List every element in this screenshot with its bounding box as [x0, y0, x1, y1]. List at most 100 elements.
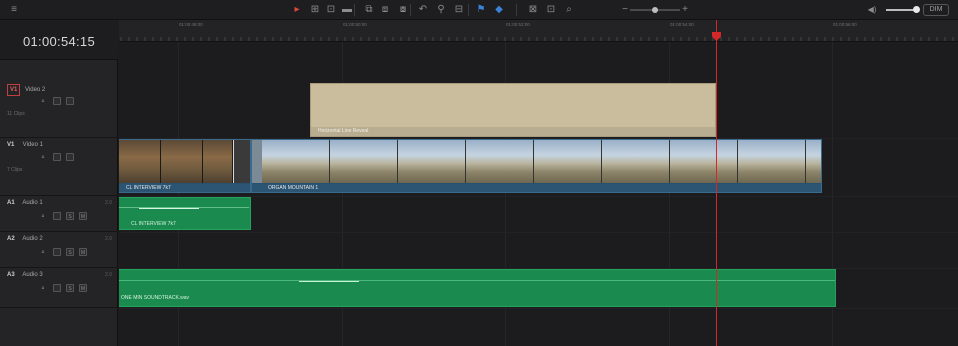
timecode-ruler[interactable]: 01:00:48:00 01:00:50:00 01:00:52:00 01:0…	[119, 20, 958, 42]
clip-thumbnail	[738, 140, 806, 183]
selection-tool-icon[interactable]: ▸	[290, 4, 304, 16]
title-clip[interactable]: Horizontal Line Reveal	[310, 83, 716, 137]
track-header-audio-1[interactable]: A1 Audio 1 2.0 🔒︎ S M	[0, 196, 118, 232]
mute-icon[interactable]: M	[79, 212, 87, 220]
auto-select-icon[interactable]	[53, 212, 61, 220]
ruler-label: 01:00:54:00	[670, 22, 694, 27]
volume-slider-track[interactable]	[886, 9, 916, 11]
track-name-row: V1 Video 2	[7, 84, 45, 96]
track-header-audio-3[interactable]: A3 Audio 3 2.0 🔒︎ S M	[0, 268, 118, 308]
clip-label: ONE MIN SOUNDTRACK.wav	[121, 295, 190, 301]
clip-thumbnail	[330, 140, 398, 183]
video-clip-interview[interactable]: CL INTERVIEW 7k7	[119, 139, 251, 193]
auto-select-icon[interactable]	[53, 153, 61, 161]
clip-thumbnail	[119, 140, 161, 183]
lock-icon[interactable]: 🔒︎	[40, 248, 46, 256]
clip-thumbnail	[602, 140, 670, 183]
overwrite-clip-icon[interactable]: ⧈	[378, 4, 392, 16]
auto-select-icon[interactable]	[53, 248, 61, 256]
lane-divider	[119, 232, 958, 233]
track-name-audio-1[interactable]: Audio 1	[22, 200, 42, 206]
volume-slider-knob[interactable]	[913, 6, 920, 13]
timeline-options-icon[interactable]: ≡	[8, 4, 20, 16]
insert-clip-icon[interactable]: ⧉	[362, 4, 376, 16]
track-id-a2[interactable]: A2	[7, 234, 21, 244]
current-timecode[interactable]: 01:00:54:15	[0, 34, 118, 49]
channel-format: 2.0	[105, 272, 112, 278]
enable-track-icon[interactable]	[66, 97, 74, 105]
transition-marker[interactable]	[233, 140, 250, 183]
track-id-a1[interactable]: A1	[7, 198, 21, 208]
dynamic-trim-icon[interactable]: ⊡	[324, 4, 338, 16]
clip-thumbnail	[203, 140, 233, 183]
toolbar-separator	[410, 4, 411, 16]
zoom-in-icon[interactable]: +	[681, 4, 689, 16]
zoom-out-icon[interactable]: −	[621, 4, 629, 16]
solo-icon[interactable]: S	[66, 248, 74, 256]
track-header-video-1[interactable]: V1 Video 1 🔒︎ 7 Clips	[0, 138, 118, 196]
clip-thumbnail	[398, 140, 466, 183]
track-name-audio-2[interactable]: Audio 2	[22, 236, 42, 242]
ruler-label: 01:00:56:00	[833, 22, 857, 27]
track-name-video-2[interactable]: Video 2	[25, 87, 45, 93]
track-id-a3[interactable]: A3	[7, 270, 21, 280]
replace-clip-icon[interactable]: ⧇	[396, 4, 410, 16]
enable-track-icon[interactable]	[66, 153, 74, 161]
channel-format: 2.0	[105, 200, 112, 206]
auto-select-icon[interactable]	[53, 284, 61, 292]
track-header-panel: 01:00:54:15 V1 Video 2 🔒︎ 11 Clips V1 Vi…	[0, 20, 118, 346]
solo-icon[interactable]: S	[66, 212, 74, 220]
track-id-v1[interactable]: V1	[7, 140, 21, 150]
custom-zoom-icon[interactable]: ⌕	[562, 4, 576, 16]
dim-button[interactable]: DIM	[923, 4, 949, 16]
playhead[interactable]	[716, 20, 717, 346]
clip-count: 7 Clips	[7, 167, 23, 173]
lock-icon[interactable]: 🔒︎	[40, 284, 46, 292]
flag-icon[interactable]: ⚑	[474, 4, 488, 16]
solo-icon[interactable]: S	[66, 284, 74, 292]
lock-icon[interactable]: 🔒︎	[40, 212, 46, 220]
track-header-audio-2[interactable]: A2 Audio 2 2.0 🔒︎ S M	[0, 232, 118, 268]
clip-thumbnail	[806, 140, 821, 183]
blade-tool-icon[interactable]: ▬	[340, 4, 354, 16]
trim-tool-icon[interactable]: ⊞	[308, 4, 322, 16]
full-extent-zoom-icon[interactable]: ⊠	[526, 4, 540, 16]
track-name-row: V1 Video 1	[7, 140, 43, 150]
auto-select-icon[interactable]	[53, 97, 61, 105]
volume-icon[interactable]: ◀)	[864, 4, 880, 16]
position-lock-icon[interactable]: ⊟	[452, 4, 466, 16]
toolbar-separator	[516, 4, 517, 16]
toolbar-separator	[468, 4, 469, 16]
ruler-label: 01:00:52:00	[506, 22, 530, 27]
track-name-row: A1 Audio 1	[7, 198, 43, 208]
track-name-audio-3[interactable]: Audio 3	[22, 272, 42, 278]
track-destination-v1[interactable]: V1	[7, 84, 21, 96]
zoom-slider-knob[interactable]	[652, 7, 658, 13]
timeline-area[interactable]: 01:00:48:00 01:00:50:00 01:00:52:00 01:0…	[119, 20, 958, 346]
timecode-display: 01:00:54:15	[0, 20, 118, 60]
clip-label: CL INTERVIEW 7k7	[131, 221, 176, 227]
lock-icon[interactable]: 🔒︎	[40, 97, 46, 105]
clip-thumbnail	[161, 140, 203, 183]
clip-label: Horizontal Line Reveal	[311, 127, 715, 136]
lock-icon[interactable]: 🔒︎	[40, 153, 46, 161]
clip-thumbnail	[534, 140, 602, 183]
mute-icon[interactable]: M	[79, 284, 87, 292]
audio-clip-soundtrack[interactable]: ONE MIN SOUNDTRACK.wav	[119, 269, 836, 307]
clip-count: 11 Clips	[7, 111, 25, 117]
lane-divider	[119, 308, 958, 309]
detail-zoom-icon[interactable]: ⊡	[544, 4, 558, 16]
timeline-toolbar: ≡ ▸ ⊞ ⊡ ▬ ⧉ ⧈ ⧇ ↶ ⚲ ⊟ ⚑ ◆ ⊠ ⊡ ⌕ − + ◀) DIM	[0, 0, 958, 20]
channel-format: 2.0	[105, 236, 112, 242]
marker-icon[interactable]: ◆	[492, 4, 506, 16]
ruler-label: 01:00:50:00	[343, 22, 367, 27]
track-name-video-1[interactable]: Video 1	[23, 142, 43, 148]
linked-selection-icon[interactable]: ⚲	[434, 4, 448, 16]
track-header-video-2[interactable]: V1 Video 2 🔒︎ 11 Clips	[0, 80, 118, 138]
snapping-icon[interactable]: ↶	[416, 4, 430, 16]
clip-thumbnail	[252, 140, 262, 183]
audio-clip-interview[interactable]: CL INTERVIEW 7k7	[119, 197, 251, 230]
mute-icon[interactable]: M	[79, 248, 87, 256]
video-clip-organ-mountain[interactable]: ORGAN MOUNTAIN 1	[251, 139, 822, 193]
clip-thumbnail	[670, 140, 738, 183]
